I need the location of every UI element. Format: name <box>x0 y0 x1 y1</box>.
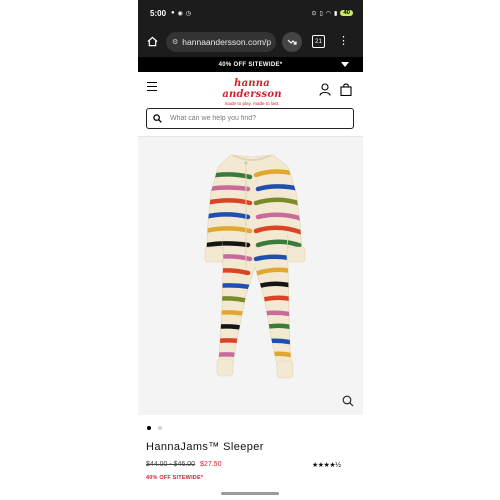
shopping-bag-icon[interactable] <box>340 83 352 96</box>
wifi-icon: ◠ <box>325 10 331 17</box>
notification-dot-icon: ● <box>171 9 175 16</box>
product-title: HannaJams™ Sleeper <box>146 441 264 453</box>
promo-banner[interactable]: 40% OFF SITEWIDE* <box>138 57 363 72</box>
gesture-bar <box>221 492 279 495</box>
alarm-icon: ◷ <box>185 10 192 17</box>
route-icon[interactable] <box>282 31 302 52</box>
chevron-down-icon[interactable] <box>341 62 349 67</box>
carousel-dot[interactable] <box>158 426 162 430</box>
rating-stars[interactable]: ★★★★½ <box>312 461 341 469</box>
zoom-icon[interactable] <box>342 395 354 407</box>
site-settings-icon[interactable]: ⚙ <box>172 38 178 46</box>
signal-icon: ▮ <box>334 10 338 17</box>
tab-switcher-button[interactable]: 21 <box>312 35 325 48</box>
search-bar[interactable] <box>146 108 354 129</box>
sleeper-illustration <box>204 154 306 379</box>
system-icons: ⊙ ▯ ◠ ▮ 40 <box>311 10 353 17</box>
price-row: $44.00 - $46.00 $27.50 <box>146 461 221 468</box>
overflow-menu-icon[interactable]: ⋮ <box>338 36 349 47</box>
brand-logo[interactable]: hanna andersson made to play. made to la… <box>206 78 298 106</box>
battery-icon: 40 <box>340 10 353 16</box>
notification-icons: ● ◉ ◷ <box>171 10 191 17</box>
url-text: hannaandersson.com/p <box>182 36 272 47</box>
promo-banner-text: 40% OFF SITEWIDE* <box>218 61 283 68</box>
search-input[interactable] <box>170 115 340 122</box>
vibrate-icon: ▯ <box>319 10 323 17</box>
carousel-dots <box>147 426 162 430</box>
sitewide-promo-note: 40% OFF SITEWIDE* <box>146 475 204 481</box>
hamburger-menu-icon[interactable] <box>147 82 157 91</box>
site-header: hanna andersson made to play. made to la… <box>138 72 363 106</box>
search-icon <box>153 114 162 123</box>
browser-toolbar: ⚙ hannaandersson.com/p 21 ⋮ <box>138 26 363 57</box>
account-icon[interactable] <box>319 83 331 96</box>
status-bar: 5:00 ● ◉ ◷ ⊙ ▯ ◠ ▮ 40 <box>138 0 363 26</box>
phone-screen: 5:00 ● ◉ ◷ ⊙ ▯ ◠ ▮ 40 ⚙ hannaandersson.c… <box>138 0 363 500</box>
carousel-dot-active[interactable] <box>147 426 151 430</box>
logo-wordmark: hanna andersson <box>222 78 282 100</box>
original-price: $44.00 - $46.00 <box>146 461 196 468</box>
sale-price: $27.50 <box>200 461 222 468</box>
status-time: 5:00 <box>150 8 167 18</box>
location-icon: ⊙ <box>311 10 317 17</box>
product-image[interactable] <box>138 137 363 415</box>
messenger-icon: ◉ <box>177 10 183 17</box>
logo-tagline: made to play. made to last. <box>224 101 280 106</box>
home-icon[interactable] <box>144 34 160 50</box>
address-bar[interactable]: ⚙ hannaandersson.com/p <box>166 31 276 52</box>
